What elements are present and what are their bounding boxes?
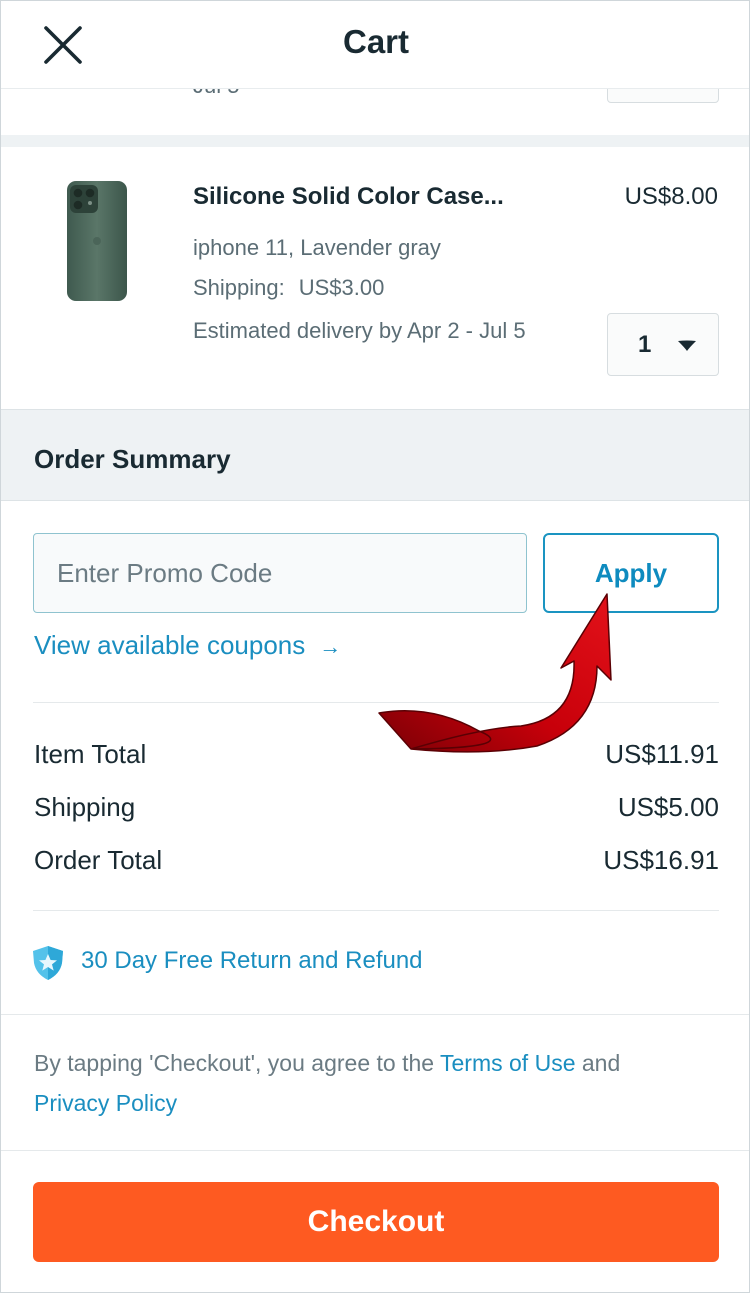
order-total-value: US$16.91 xyxy=(603,845,719,875)
page-title: Cart xyxy=(342,23,410,60)
shipping-total-value: US$5.00 xyxy=(617,792,719,822)
order-summary-title: Order Summary xyxy=(34,444,231,474)
item-separator xyxy=(1,135,749,147)
cart-screen: Jul 5 Cart xyxy=(0,0,750,1293)
item-variant: iphone 11, Lavender gray xyxy=(193,235,441,260)
legal-notice: By tapping 'Checkout', you agree to the … xyxy=(34,1043,724,1123)
shipping-total-row: Shipping US$5.00 xyxy=(34,792,719,823)
shield-star-icon xyxy=(33,946,63,980)
view-coupons-link[interactable]: View available coupons → xyxy=(34,630,341,661)
order-total-row: Order Total US$16.91 xyxy=(34,845,719,876)
order-total-label: Order Total xyxy=(34,845,163,875)
divider xyxy=(33,910,719,911)
quantity-value: 1 xyxy=(638,331,652,358)
caret-down-icon xyxy=(678,340,696,351)
view-coupons-label: View available coupons xyxy=(34,630,306,660)
item-total-row: Item Total US$11.91 xyxy=(34,739,719,770)
item-shipping-label: Shipping: xyxy=(193,275,285,300)
apply-button[interactable]: Apply xyxy=(543,533,719,613)
order-summary-header: Order Summary xyxy=(1,409,749,501)
divider xyxy=(33,702,719,703)
item-total-label: Item Total xyxy=(34,739,147,769)
item-shipping-value: US$3.00 xyxy=(298,275,385,300)
divider xyxy=(1,1150,749,1151)
phone-case-image[interactable] xyxy=(57,179,137,303)
legal-middle: and xyxy=(575,1050,621,1076)
item-title[interactable]: Silicone Solid Color Case... xyxy=(193,183,573,211)
arrow-right-icon: → xyxy=(319,634,342,659)
terms-of-use-link[interactable]: Terms of Use xyxy=(440,1050,575,1076)
quantity-selector[interactable]: 1 xyxy=(607,313,719,376)
item-shipping: Shipping: US$3.00 xyxy=(193,275,384,301)
app-header: Cart xyxy=(1,1,749,89)
checkout-button[interactable]: Checkout xyxy=(33,1182,719,1262)
item-price: US$8.00 xyxy=(624,183,718,210)
item-total-value: US$11.91 xyxy=(605,739,719,769)
return-refund-text: 30 Day Free Return and Refund xyxy=(81,947,423,974)
privacy-policy-link[interactable]: Privacy Policy xyxy=(34,1090,177,1116)
legal-prefix: By tapping 'Checkout', you agree to the xyxy=(34,1050,441,1076)
promo-code-input[interactable] xyxy=(33,533,527,613)
item-estimated-delivery: Estimated delivery by Apr 2 - Jul 5 xyxy=(193,318,526,343)
cart-item: Silicone Solid Color Case... US$8.00 iph… xyxy=(1,147,749,409)
divider xyxy=(1,1014,749,1015)
shipping-total-label: Shipping xyxy=(34,792,136,822)
